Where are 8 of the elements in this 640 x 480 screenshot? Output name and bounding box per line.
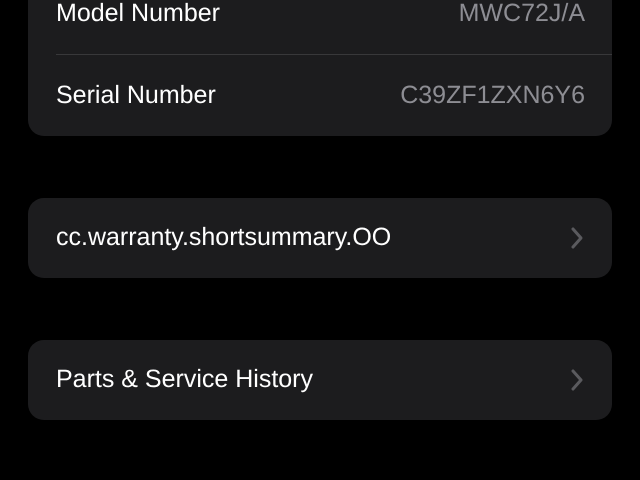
chevron-right-icon: [570, 226, 584, 250]
navigation-row[interactable]: cc.warranty.shortsummary.OO: [28, 198, 612, 278]
navigation-row[interactable]: Parts & Service History: [28, 340, 612, 420]
row-value: C39ZF1ZXN6Y6: [400, 80, 585, 111]
chevron-right-icon: [570, 368, 584, 392]
row-label: Model Number: [56, 0, 220, 30]
row-value: MWC72J/A: [458, 0, 585, 30]
row-label: Serial Number: [56, 80, 216, 111]
